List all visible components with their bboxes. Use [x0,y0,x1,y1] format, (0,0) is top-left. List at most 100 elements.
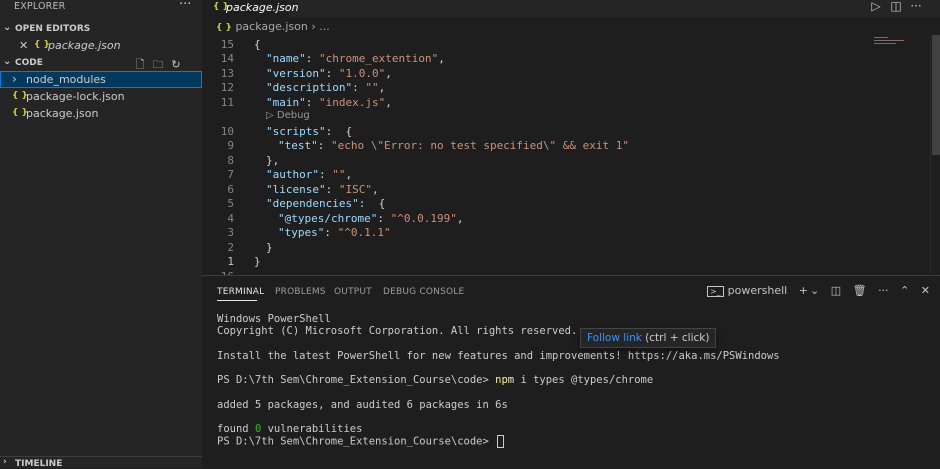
code-punct: , [385,67,392,80]
code-punct: { [338,125,353,138]
bottom-panel: TERMINAL PROBLEMS OUTPUT DEBUG CONSOLE >… [202,275,940,469]
line-number: 5 [227,197,234,210]
code-punct: , [438,52,445,65]
debug-codelens[interactable]: ▷ Debug [266,110,310,121]
tab-problems[interactable]: PROBLEMS [275,287,326,297]
terminal-prompt: PS D:\7th Sem\Chrome_Extension_Course\co… [217,435,496,448]
tree-item-label: package-lock.json [26,90,125,103]
code-text: "@types/chrome": "^0.0.199", [278,212,464,225]
follow-link[interactable]: Follow link [587,332,642,344]
code-text: }, [266,154,279,169]
json-key: "version" [266,67,326,80]
code-punct: , [456,212,464,225]
minimap[interactable] [874,37,926,50]
run-icon[interactable]: ▷ [866,0,886,13]
tree-item-label: node_modules [26,73,106,86]
line-number: 6 [227,183,234,196]
tree-item-node-modules[interactable]: › node_modules [0,71,202,88]
breadcrumb-rest[interactable]: ... [319,20,330,33]
chevron-down-icon: ⌄ [3,56,12,67]
terminal-link[interactable]: https://aka.ms/PSWindows [628,350,780,362]
code-text: "name": "chrome_extention", [266,52,445,65]
timeline-section[interactable]: › TIMELINE [0,456,202,469]
close-icon[interactable]: ✕ [19,37,28,54]
code-punct: , [371,183,379,196]
code-punct: , [345,168,353,181]
json-key: "author" [266,168,319,181]
more-actions-icon[interactable]: ··· [906,0,926,13]
tab-package-json[interactable]: { } package.json [202,0,299,17]
editor-area: { } package.json ▷ ◫ ··· { } package.json … [202,0,940,283]
vertical-scrollbar[interactable] [930,35,940,274]
shell-name[interactable]: powershell [728,284,788,297]
json-key: "types" [278,226,325,239]
maximize-panel-icon[interactable]: ⌃ [900,284,909,297]
trash-icon[interactable]: 🗑 [853,284,867,297]
terminal-cursor [497,435,505,448]
tab-bar: { } package.json ▷ ◫ ··· [202,0,940,17]
terminal-line: PS D:\7th Sem\Chrome_Extension_Course\co… [217,374,653,386]
code-punct: , [385,96,392,109]
terminal-text: vulnerabilities [261,423,363,435]
line-number: 12 [220,81,234,94]
chevron-right-icon: › [12,72,17,86]
tooltip-hint: (ctrl + click) [641,332,710,344]
code-text: "dependencies": { [266,197,386,210]
tree-item-package-lock[interactable]: { } package-lock.json [0,88,202,105]
json-value: "index.js" [319,96,386,109]
close-panel-icon[interactable]: ✕ [921,284,930,297]
code-text: } [266,241,273,256]
json-key: "@types/chrome" [278,212,378,225]
code-text: "types": "^0.1.1" [278,226,391,239]
split-terminal-icon[interactable]: ◫ [831,284,841,297]
refresh-icon[interactable]: ↻ [167,58,185,71]
breadcrumb-file[interactable]: package.json [235,20,307,33]
terminal-line[interactable]: PS D:\7th Sem\Chrome_Extension_Course\co… [217,435,505,448]
breadcrumb: { } package.json › ... [216,20,330,33]
chevron-right-icon: › [3,457,7,467]
terminal-command: npm [495,374,515,386]
terminal-line: Install the latest PowerShell for new fe… [217,350,780,362]
json-key: "test" [278,139,318,152]
line-number: 8 [227,154,234,167]
line-number: 11 [220,96,234,109]
json-value: "" [365,81,379,94]
code-text: "license": "ISC", [266,183,379,196]
line-number: 15 [220,38,234,51]
json-key: "main" [266,96,306,109]
json-value: "1.0.0" [338,67,386,80]
json-key: "description" [266,81,353,94]
json-key: "license" [266,183,326,196]
json-file-icon: { } [216,23,232,33]
code-text: "author": "", [266,168,353,181]
code-text: } [254,255,261,270]
editor-actions: ▷ ◫ ··· [866,0,926,13]
tab-debug-console[interactable]: DEBUG CONSOLE [383,287,464,297]
chevron-down-icon[interactable]: ⌄ [810,284,819,297]
add-terminal-icon[interactable]: + [799,284,808,297]
json-key: "name" [266,52,306,65]
more-actions-icon[interactable]: ··· [179,0,191,12]
code-text: "scripts": { [266,125,353,138]
code-punct: { [254,38,261,51]
panel-actions: >_ powershell + ⌄ ◫ 🗑 ··· ⌃ ✕ [699,284,930,297]
open-editors-section[interactable]: ⌄ OPEN EDITORS [0,22,202,38]
tree-item-label: package.json [26,107,99,120]
code-punct: { [371,197,386,210]
terminal-args: i types @types/chrome [514,374,654,386]
line-number: 1 [227,255,234,268]
tab-output[interactable]: OUTPUT [334,287,372,297]
open-editor-item[interactable]: ✕ { } package.json [0,37,202,54]
active-tab-indicator [217,300,257,301]
code-punct: , [378,81,386,94]
tree-item-package-json[interactable]: { } package.json [0,105,202,122]
tab-terminal[interactable]: TERMINAL [217,287,264,297]
terminal-icon: >_ [706,286,724,297]
split-editor-icon[interactable]: ◫ [886,0,906,13]
line-number: 14 [220,52,234,65]
terminal-line: added 5 packages, and audited 6 packages… [217,399,508,411]
terminal-line: found 0 vulnerabilities [217,423,362,435]
more-actions-icon[interactable]: ··· [878,284,889,297]
scrollbar-thumb[interactable] [932,35,940,155]
explorer-sidebar: EXPLORER ··· ⌄ OPEN EDITORS ✕ { } packag… [0,0,202,469]
